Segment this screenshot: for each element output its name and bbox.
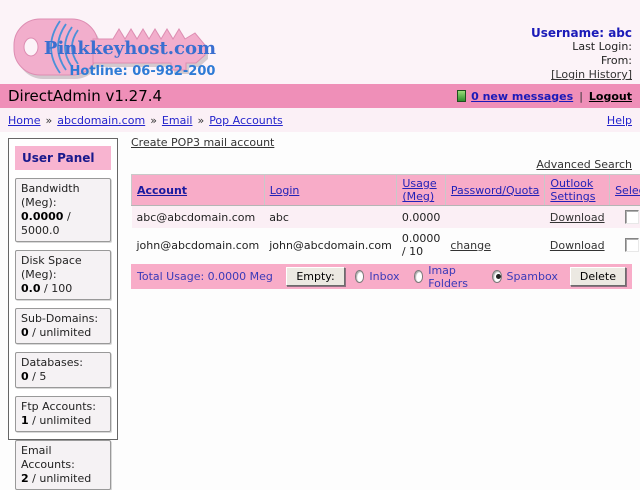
breadcrumb-pop-accounts[interactable]: Pop Accounts (209, 114, 283, 127)
stat-value: 0.0000 (21, 210, 63, 223)
stat-bandwidth: Bandwidth (Meg): 0.0000 / 5000.0 (15, 178, 111, 242)
stat-ftp-accounts: Ftp Accounts: 1 / unlimited (15, 396, 111, 432)
stat-quota: / 5 (29, 370, 47, 383)
stat-value: 0 (21, 326, 29, 339)
stat-label: Bandwidth (Meg): (21, 182, 80, 209)
login-cell: john@abcdomain.com (264, 228, 397, 262)
stat-label: Email Accounts: (21, 444, 75, 471)
sort-usage[interactable]: Usage (Meg) (402, 177, 436, 203)
page-header: Pinkkeyhost.com Hotline: 06-982-2009 Use… (0, 0, 640, 84)
table-header-row: Account Login Usage (Meg) Password/Quota… (132, 175, 640, 206)
directadmin-page: { "header": { "logo": { "brand": "Pinkke… (0, 0, 640, 400)
sort-login[interactable]: Login (270, 184, 300, 197)
stat-subdomains: Sub-Domains: 0 / unlimited (15, 308, 111, 344)
stat-email-accounts: Email Accounts: 2 / unlimited (15, 440, 111, 490)
breadcrumb-separator: » (45, 114, 52, 127)
empty-target-radios: Inbox Imap Folders Spambox (355, 264, 570, 290)
new-messages-link[interactable]: 0 new messages (471, 90, 573, 103)
usage-cell: 0.0000 (397, 206, 446, 229)
select-checkbox[interactable] (625, 210, 639, 224)
last-login-label: Last Login: (531, 40, 632, 54)
messages-icon (457, 90, 466, 102)
change-quota-link[interactable]: change (450, 239, 490, 252)
breadcrumb-separator: » (197, 114, 204, 127)
breadcrumb-domain[interactable]: abcdomain.com (57, 114, 145, 127)
stat-quota: / unlimited (29, 414, 92, 427)
imap-folders-radio[interactable] (414, 270, 424, 283)
stat-value: 0.0 (21, 282, 41, 295)
stat-quota: / 100 (41, 282, 73, 295)
table-footer: Total Usage: 0.0000 Meg Empty: Inbox Ima… (131, 264, 632, 289)
outlook-download-link[interactable]: Download (550, 239, 605, 252)
create-pop3-link[interactable]: Create POP3 mail account (131, 136, 274, 149)
login-cell: abc (264, 206, 397, 229)
breadcrumb: Home » abcdomain.com » Email » Pop Accou… (0, 108, 640, 132)
stat-label: Ftp Accounts: (21, 400, 96, 413)
usage-cell: 0.0000 / 10 (397, 228, 446, 262)
account-cell: john@abcdomain.com (132, 228, 265, 262)
user-panel-sidebar: User Panel Bandwidth (Meg): 0.0000 / 500… (8, 138, 118, 440)
stat-disk-space: Disk Space (Meg): 0.0 / 100 (15, 250, 111, 300)
content-area: User Panel Bandwidth (Meg): 0.0000 / 500… (0, 132, 640, 400)
sort-account[interactable]: Account (137, 184, 187, 197)
logout-link[interactable]: Logout (589, 90, 632, 103)
pinkkeyhost-logo: Pinkkeyhost.com Hotline: 06-982-2009 (8, 3, 216, 81)
breadcrumb-home[interactable]: Home (8, 114, 40, 127)
spambox-radio[interactable] (492, 270, 502, 283)
from-label: From: (531, 54, 632, 68)
imap-folders-radio-label: Imap Folders (428, 264, 478, 290)
breadcrumb-email[interactable]: Email (162, 114, 193, 127)
breadcrumb-separator: » (150, 114, 157, 127)
app-title: DirectAdmin v1.27.4 (8, 87, 457, 105)
stat-label: Sub-Domains: (21, 312, 98, 325)
hotline-text: Hotline: 06-982-2009 (70, 64, 216, 79)
table-row: abc@abcdomain.com abc 0.0000 Download (132, 206, 640, 229)
sort-select[interactable]: Select (615, 184, 640, 197)
username-label: Username: abc (531, 26, 632, 40)
stat-label: Databases: (21, 356, 83, 369)
stat-quota: / unlimited (29, 472, 92, 485)
stat-value: 1 (21, 414, 29, 427)
inbox-radio[interactable] (355, 270, 365, 283)
main-panel: Create POP3 mail account Advanced Search… (131, 136, 632, 289)
login-history-link[interactable]: [Login History] (551, 68, 632, 81)
advanced-search-link[interactable]: Advanced Search (536, 158, 632, 171)
table-row: john@abcdomain.com john@abcdomain.com 0.… (132, 228, 640, 262)
stat-label: Disk Space (Meg): (21, 254, 82, 281)
outlook-download-link[interactable]: Download (550, 211, 605, 224)
select-checkbox[interactable] (625, 238, 639, 252)
stat-value: 0 (21, 370, 29, 383)
delete-button[interactable]: Delete (570, 267, 626, 286)
sort-outlook-settings[interactable]: Outlook Settings (550, 177, 595, 203)
spambox-radio-label: Spambox (507, 270, 558, 283)
help-link[interactable]: Help (607, 114, 632, 127)
stat-databases: Databases: 0 / 5 (15, 352, 111, 388)
stat-quota: / unlimited (29, 326, 92, 339)
brand-text: Pinkkeyhost.com (44, 38, 216, 59)
user-info-block: Username: abc Last Login: From: [Login H… (531, 26, 632, 82)
titlebar: DirectAdmin v1.27.4 0 new messages | Log… (0, 84, 640, 108)
pop-accounts-table: Account Login Usage (Meg) Password/Quota… (131, 174, 640, 262)
total-usage-label: Total Usage: 0.0000 Meg (137, 270, 286, 283)
stat-value: 2 (21, 472, 29, 485)
account-cell: abc@abcdomain.com (132, 206, 265, 229)
titlebar-separator: | (579, 90, 583, 103)
inbox-radio-label: Inbox (369, 270, 399, 283)
empty-button[interactable]: Empty: (286, 267, 344, 286)
user-panel-title: User Panel (15, 146, 111, 170)
sort-password-quota[interactable]: Password/Quota (451, 184, 540, 197)
